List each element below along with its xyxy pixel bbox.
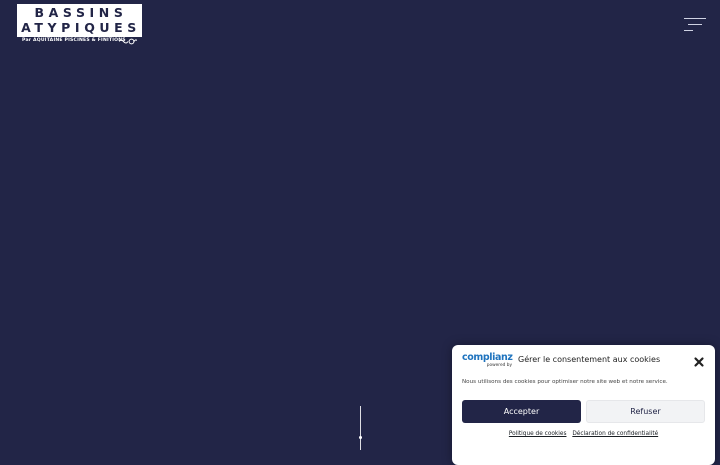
logo-tagline: Par AQUITAINE PISCINES & FINITIONS [22, 38, 126, 43]
cookie-message: Nous utilisons des cookies pour optimise… [462, 379, 668, 385]
cookie-panel-title: Gérer le consentement aux cookies [518, 355, 661, 364]
accept-cookies-button[interactable]: Accepter [462, 400, 581, 423]
close-icon[interactable] [692, 355, 706, 369]
scroll-down-indicator[interactable] [359, 406, 362, 450]
cookie-consent-banner: complianz powered by Gérer le consenteme… [452, 345, 715, 465]
site-logo[interactable]: BASSINS ATYPIQUES Par AQUITAINE PISCINES… [17, 4, 142, 47]
complianz-logo: complianz powered by [462, 352, 514, 369]
cookie-policy-links: Politique de cookies Déclaration de conf… [452, 431, 715, 437]
deny-cookies-button[interactable]: Refuser [586, 400, 705, 423]
logo-wordmark: BASSINS ATYPIQUES [17, 4, 142, 37]
logo-line-1: BASSINS [34, 5, 128, 20]
brand-name: complianz [462, 352, 513, 363]
brand-powered-by: powered by [486, 363, 512, 368]
scroll-line [360, 406, 361, 450]
logo-line-2: ATYPIQUES [21, 19, 141, 35]
scroll-dot [359, 436, 362, 439]
cookie-policy-link[interactable]: Politique de cookies [509, 431, 567, 437]
privacy-statement-link[interactable]: Déclaration de confidentialité [572, 431, 658, 437]
wave-icon [119, 38, 137, 45]
hamburger-menu-icon[interactable] [684, 17, 706, 33]
